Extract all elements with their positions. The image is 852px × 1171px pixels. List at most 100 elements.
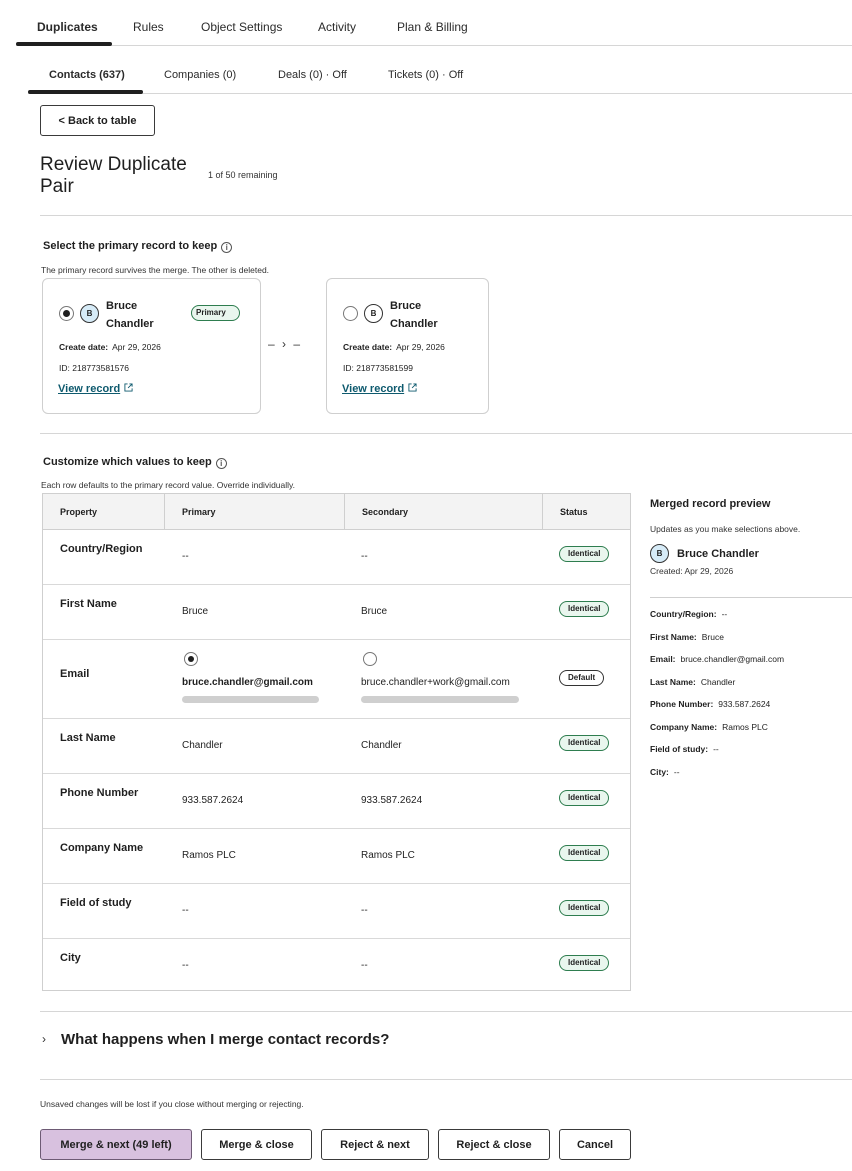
- reject-close-button[interactable]: Reject & close: [438, 1129, 550, 1160]
- tab-object-settings[interactable]: Object Settings: [201, 0, 282, 46]
- accordion-label: What happens when I merge contact record…: [61, 1031, 390, 1048]
- info-icon[interactable]: i: [215, 458, 227, 469]
- top-tabs: Duplicates Rules Object Settings Activit…: [16, 0, 852, 46]
- avatar: B: [650, 544, 669, 563]
- page-title: Review Duplicate Pair: [40, 154, 187, 197]
- value-bar: [361, 696, 519, 703]
- tab-contacts[interactable]: Contacts (637): [49, 56, 125, 94]
- field-label: First Name:: [650, 632, 697, 642]
- remaining-count: 1 of 50 remaining: [208, 170, 278, 180]
- tab-deals[interactable]: Deals (0) · Off: [278, 56, 347, 94]
- view-record-link[interactable]: View record: [342, 383, 417, 395]
- tab-plan-billing[interactable]: Plan & Billing: [397, 0, 468, 46]
- column-header-secondary: Secondary: [362, 507, 409, 517]
- preview-field: Last Name: Chandler: [650, 677, 735, 687]
- primary-value-radio[interactable]: [184, 652, 198, 666]
- primary-record-radio[interactable]: [59, 306, 74, 321]
- property-name: City: [60, 952, 81, 964]
- record-name: Bruce Chandler: [106, 300, 154, 330]
- preview-field: Country/Region: --: [650, 609, 727, 619]
- primary-value: --: [182, 905, 189, 916]
- preview-field: City: --: [650, 767, 680, 777]
- field-value: --: [721, 609, 728, 619]
- merge-close-button[interactable]: Merge & close: [201, 1129, 312, 1160]
- primary-value: 933.587.2624: [182, 795, 244, 806]
- view-record-text: View record: [58, 383, 121, 395]
- tab-companies[interactable]: Companies (0): [164, 56, 236, 94]
- info-icon[interactable]: i: [221, 242, 233, 253]
- divider: [650, 597, 852, 598]
- status-badge: Identical: [559, 955, 610, 971]
- reject-next-button[interactable]: Reject & next: [321, 1129, 429, 1160]
- property-name: Last Name: [60, 732, 116, 744]
- divider: [40, 1079, 852, 1080]
- field-label: Phone Number:: [650, 699, 714, 709]
- merge-info-accordion[interactable]: › What happens when I merge contact reco…: [40, 1028, 640, 1052]
- property-name: Field of study: [60, 897, 132, 909]
- preview-description: Updates as you make selections above.: [650, 524, 801, 534]
- tab-rules[interactable]: Rules: [133, 0, 164, 46]
- primary-value: Bruce: [182, 606, 209, 617]
- unsaved-note: Unsaved changes will be lost if you clos…: [40, 1099, 304, 1109]
- field-value: --: [673, 767, 680, 777]
- divider: [40, 215, 852, 216]
- create-date-label: Create date:: [59, 342, 109, 352]
- primary-value: Chandler: [182, 740, 223, 751]
- primary-value[interactable]: bruce.chandler@gmail.com: [182, 677, 324, 688]
- field-value: Bruce: [701, 632, 724, 642]
- back-to-table-button[interactable]: < Back to table: [40, 105, 155, 136]
- field-label: City:: [650, 767, 669, 777]
- secondary-value: Ramos PLC: [361, 850, 415, 861]
- table-row: Email bruce.chandler@gmail.com bruce.cha…: [43, 640, 630, 719]
- view-record-link[interactable]: View record: [58, 383, 133, 395]
- table-row: Company Name Ramos PLC Ramos PLC Identic…: [43, 829, 630, 884]
- status-badge: Identical: [559, 546, 610, 562]
- property-name: Country/Region: [60, 543, 143, 555]
- field-label: Email:: [650, 654, 676, 664]
- record-id: ID: 218773581576: [59, 363, 129, 373]
- primary-value: --: [182, 551, 189, 562]
- avatar: B: [364, 304, 383, 323]
- preview-field: Company Name: Ramos PLC: [650, 722, 768, 732]
- secondary-value: --: [361, 551, 368, 562]
- field-value: --: [713, 744, 719, 754]
- chevron-right-icon: ›: [42, 1032, 46, 1046]
- create-date-value: Apr 29, 2026: [396, 342, 445, 352]
- property-name: Company Name: [60, 842, 144, 854]
- external-link-icon: [124, 383, 133, 392]
- values-section-title: Customize which values to keep i: [43, 456, 227, 469]
- column-header-status: Status: [560, 507, 588, 517]
- tab-duplicates[interactable]: Duplicates: [37, 0, 98, 46]
- column-header-primary: Primary: [182, 507, 216, 517]
- record-name: Bruce Chandler: [390, 300, 438, 330]
- primary-value: Ramos PLC: [182, 850, 236, 861]
- preview-field: Email: bruce.chandler@gmail.com: [650, 654, 784, 664]
- secondary-value: 933.587.2624: [361, 795, 423, 806]
- merge-next-button[interactable]: Merge & next (49 left): [40, 1129, 192, 1160]
- table-row: Phone Number 933.587.2624 933.587.2624 I…: [43, 774, 630, 829]
- field-value: Chandler: [700, 677, 736, 687]
- field-label: Last Name:: [650, 677, 696, 687]
- secondary-value: --: [361, 960, 368, 971]
- tab-activity[interactable]: Activity: [318, 0, 356, 46]
- create-date-value: Apr 29, 2026: [112, 342, 161, 352]
- cancel-button[interactable]: Cancel: [559, 1129, 631, 1160]
- secondary-value: Chandler: [361, 740, 402, 751]
- primary-record-card[interactable]: B Bruce Chandler Primary Create date: Apr…: [42, 278, 261, 414]
- value-bar: [182, 696, 319, 703]
- primary-badge: Primary: [191, 305, 240, 321]
- secondary-value: --: [361, 905, 368, 916]
- object-tabs: Contacts (637) Companies (0) Deals (0) ·…: [28, 56, 852, 94]
- tab-tickets[interactable]: Tickets (0) · Off: [388, 56, 463, 94]
- preview-created: Created: Apr 29, 2026: [650, 566, 734, 576]
- secondary-record-radio[interactable]: [343, 306, 358, 321]
- secondary-value[interactable]: bruce.chandler+work@gmail.com: [361, 677, 523, 688]
- values-table: Property Primary Secondary Status Countr…: [42, 493, 631, 991]
- status-badge: Identical: [559, 900, 610, 916]
- merge-arrow: – › –: [268, 337, 303, 351]
- preview-field: First Name: Bruce: [650, 632, 724, 642]
- preview-field: Field of study: --: [650, 744, 719, 754]
- secondary-value-radio[interactable]: [363, 652, 377, 666]
- secondary-record-card[interactable]: B Bruce Chandler Create date: Apr 29, 202…: [326, 278, 489, 414]
- record-id: ID: 218773581599: [343, 363, 413, 373]
